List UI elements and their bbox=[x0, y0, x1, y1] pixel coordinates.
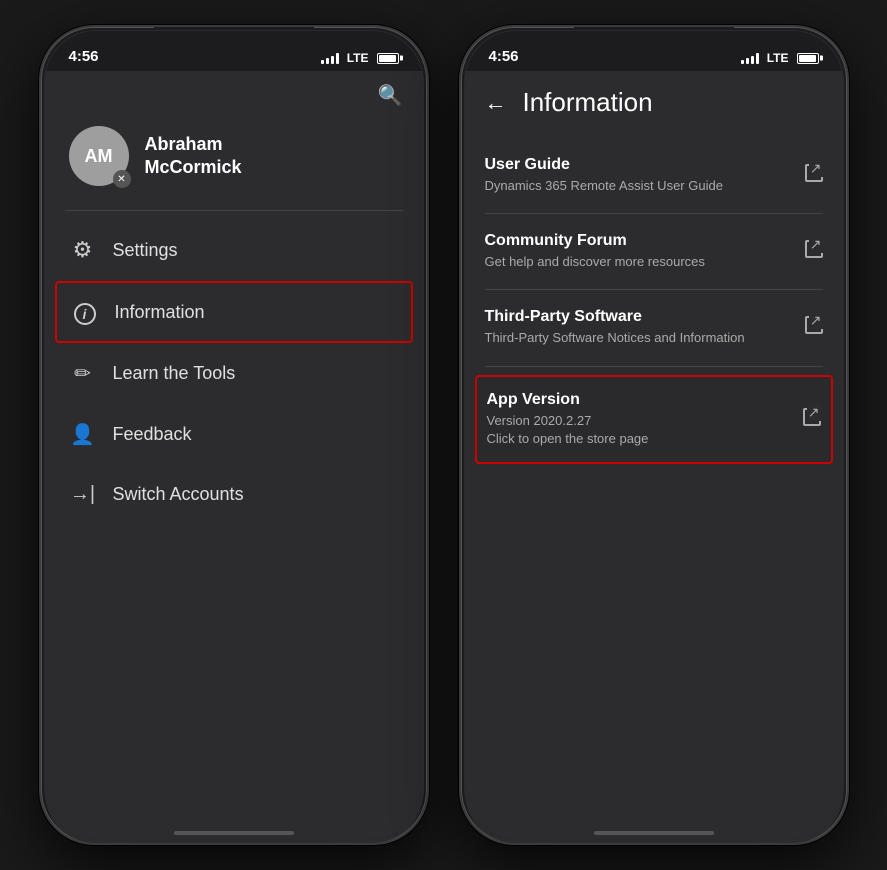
feedback-label: Feedback bbox=[113, 424, 192, 445]
notch-right bbox=[574, 27, 734, 57]
signal-bars-icon bbox=[321, 52, 339, 64]
sidebar-item-information[interactable]: i Information bbox=[55, 281, 413, 343]
app-version-text: App Version Version 2020.2.27 Click to o… bbox=[487, 391, 791, 448]
user-name: Abraham McCormick bbox=[145, 133, 242, 180]
menu-top-bar: 🔍 bbox=[45, 71, 423, 116]
third-party-item[interactable]: Third-Party Software Third-Party Softwar… bbox=[485, 290, 823, 366]
community-forum-external-icon bbox=[805, 240, 823, 263]
home-indicator bbox=[174, 831, 294, 835]
info-screen: ← Information User Guide Dynamics 365 Re… bbox=[465, 71, 843, 843]
avatar-initials: AM bbox=[85, 146, 113, 167]
back-button[interactable]: ← bbox=[485, 90, 507, 116]
user-guide-item[interactable]: User Guide Dynamics 365 Remote Assist Us… bbox=[485, 138, 823, 214]
right-battery-icon bbox=[797, 53, 819, 64]
right-status-icons: LTE bbox=[741, 51, 819, 65]
info-circle-icon: i bbox=[71, 299, 99, 325]
app-version-external-icon bbox=[803, 408, 821, 431]
menu-screen: 🔍 AM ✕ Abraham McCormick bbox=[45, 71, 423, 843]
user-profile: AM ✕ Abraham McCormick bbox=[45, 116, 423, 210]
information-label: Information bbox=[115, 302, 205, 323]
right-lte-label: LTE bbox=[767, 51, 789, 65]
third-party-external-icon bbox=[805, 316, 823, 339]
battery-icon bbox=[377, 53, 399, 64]
right-phone: 4:56 LTE ← Information bbox=[459, 25, 849, 845]
avatar-container: AM ✕ bbox=[69, 126, 129, 186]
community-forum-item[interactable]: Community Forum Get help and discover mo… bbox=[485, 214, 823, 290]
sidebar-item-switch-accounts[interactable]: →| Switch Accounts bbox=[45, 465, 423, 524]
left-status-time: 4:56 bbox=[69, 48, 99, 65]
feedback-icon: 👤 bbox=[69, 422, 97, 447]
app-version-subtitle-line2: Click to open the store page bbox=[487, 430, 791, 448]
learn-tools-label: Learn the Tools bbox=[113, 363, 236, 384]
sidebar-item-feedback[interactable]: 👤 Feedback bbox=[45, 404, 423, 465]
right-home-indicator bbox=[594, 831, 714, 835]
info-header: ← Information bbox=[465, 71, 843, 138]
switch-accounts-icon: →| bbox=[69, 483, 97, 506]
community-forum-text: Community Forum Get help and discover mo… bbox=[485, 232, 793, 271]
search-icon[interactable]: 🔍 bbox=[378, 83, 403, 108]
left-status-icons: LTE bbox=[321, 51, 399, 65]
sidebar-item-learn-tools[interactable]: ✏ Learn the Tools bbox=[45, 343, 423, 404]
switch-accounts-label: Switch Accounts bbox=[113, 484, 244, 505]
settings-label: Settings bbox=[113, 240, 178, 261]
right-status-time: 4:56 bbox=[489, 48, 519, 65]
info-page-title: Information bbox=[523, 87, 653, 118]
right-signal-bars-icon bbox=[741, 52, 759, 64]
lte-label: LTE bbox=[347, 51, 369, 65]
app-version-subtitle-line1: Version 2020.2.27 bbox=[487, 412, 791, 430]
left-screen: 🔍 AM ✕ Abraham McCormick bbox=[45, 71, 423, 843]
community-forum-title: Community Forum bbox=[485, 232, 793, 250]
avatar-close-icon[interactable]: ✕ bbox=[113, 170, 131, 188]
third-party-text: Third-Party Software Third-Party Softwar… bbox=[485, 308, 793, 347]
gear-icon: ⚙ bbox=[69, 237, 97, 263]
sidebar-item-settings[interactable]: ⚙ Settings bbox=[45, 219, 423, 281]
menu-items: ⚙ Settings i Information ✏ Learn the Too… bbox=[45, 211, 423, 843]
user-guide-external-icon bbox=[805, 164, 823, 187]
app-version-title: App Version bbox=[487, 391, 791, 409]
info-items-list: User Guide Dynamics 365 Remote Assist Us… bbox=[465, 138, 843, 843]
user-guide-text: User Guide Dynamics 365 Remote Assist Us… bbox=[485, 156, 793, 195]
user-guide-title: User Guide bbox=[485, 156, 793, 174]
user-guide-subtitle: Dynamics 365 Remote Assist User Guide bbox=[485, 177, 793, 195]
third-party-title: Third-Party Software bbox=[485, 308, 793, 326]
community-forum-subtitle: Get help and discover more resources bbox=[485, 253, 793, 271]
notch bbox=[154, 27, 314, 57]
left-phone: 4:56 LTE 🔍 AM bbox=[39, 25, 429, 845]
app-version-item[interactable]: App Version Version 2020.2.27 Click to o… bbox=[475, 375, 833, 464]
third-party-subtitle: Third-Party Software Notices and Informa… bbox=[485, 329, 793, 347]
learn-icon: ✏ bbox=[69, 361, 97, 386]
right-screen: ← Information User Guide Dynamics 365 Re… bbox=[465, 71, 843, 843]
